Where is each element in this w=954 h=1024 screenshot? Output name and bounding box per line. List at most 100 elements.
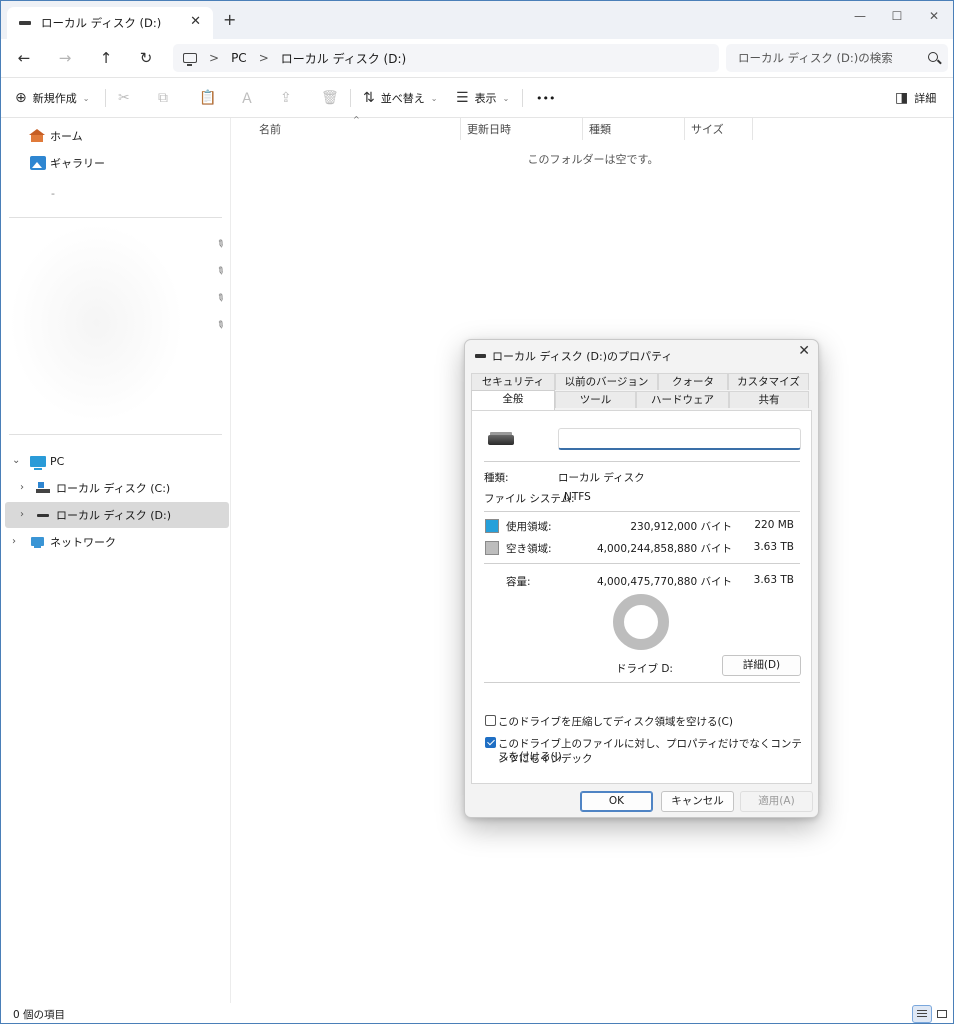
divider [484,563,800,564]
column-header-type[interactable]: 種類 [583,118,685,140]
empty-folder-message: このフォルダーは空です。 [527,153,659,166]
cut-button[interactable]: ✂ [118,88,136,108]
sidebar-item-network[interactable]: ネットワーク [30,529,116,555]
breadcrumb-pc[interactable]: PC [231,51,247,65]
hard-drive-icon [488,432,514,445]
chevron-right-icon[interactable]: › [20,482,24,493]
details-pane-button[interactable]: ◨ 詳細 [895,88,936,108]
rename-button[interactable]: Ａ [240,88,260,108]
sidebar-divider [9,434,222,435]
tab-customize[interactable]: カスタマイズ [728,373,809,390]
free-space-bytes: 4,000,244,858,880 バイト [596,543,732,555]
sidebar-item-c-drive[interactable]: ローカル ディスク (C:) [36,475,170,501]
capacity-size: 3.63 TB [753,574,794,586]
sidebar-item-label: PC [50,454,65,468]
chevron-right-icon[interactable]: › [12,536,16,547]
pin-icon[interactable]: ✎ [214,319,227,333]
toolbar-divider [522,89,523,107]
column-header-modified[interactable]: 更新日時 [461,118,583,140]
sort-label: 並べ替え [380,92,425,105]
copy-icon: ⧉ [158,90,168,106]
breadcrumb-d-drive[interactable]: ローカル ディスク (D:) [281,50,406,67]
index-contents-label-line2[interactable]: スを付ける(I) [498,749,562,764]
forward-button[interactable]: → [53,47,77,69]
compress-drive-checkbox[interactable] [485,715,496,726]
share-button[interactable]: ⇪ [280,88,298,108]
tiles-view-icon [937,1010,947,1018]
new-button[interactable]: ⊕ 新規作成 ⌄ [15,88,89,108]
apply-button[interactable]: 適用(A) [740,791,813,812]
disk-details-button[interactable]: 詳細(D) [722,655,801,676]
sidebar-item-gallery[interactable]: ギャラリー [30,150,105,176]
up-button[interactable]: ↑ [94,47,118,69]
pin-icon[interactable]: ✎ [214,238,227,252]
tab-hardware[interactable]: ハードウェア [636,391,729,408]
filesystem-value: NTFS [564,491,591,503]
paste-icon: 📋 [199,90,217,106]
view-label: 表示 [474,92,497,105]
used-space-bytes: 230,912,000 バイト [630,521,732,533]
navigation-pane: ホーム ギャラリー - ✎ ✎ ✎ ✎ ⌄ PC › ローカル ディスク (C:… [1,118,231,1003]
tab-sharing[interactable]: 共有 [729,391,809,408]
search-placeholder: ローカル ディスク (D:)の検索 [738,51,893,65]
compress-drive-label[interactable]: このドライブを圧縮してディスク領域を空ける(C) [498,714,733,729]
cancel-button[interactable]: キャンセル [661,791,734,812]
volume-label-input[interactable] [558,428,801,450]
tab-d-drive[interactable]: ローカル ディスク (D:) ✕ [7,7,213,39]
network-icon [30,535,46,549]
pin-icon[interactable]: ✎ [214,292,227,306]
dialog-close-icon[interactable]: ✕ [798,343,810,359]
column-header-name[interactable]: 名前 [253,118,461,140]
capacity-bytes: 4,000,475,770,880 バイト [596,576,732,588]
chevron-down-icon[interactable]: ⌄ [12,455,20,466]
search-input[interactable]: ローカル ディスク (D:)の検索 [726,44,948,72]
address-bar[interactable]: > PC > ローカル ディスク (D:) [173,44,719,72]
column-header-size[interactable]: サイズ [685,118,753,140]
more-options-button[interactable]: ••• [536,88,555,108]
details-view-icon [917,1009,927,1019]
tab-close-icon[interactable]: ✕ [190,14,201,29]
sidebar-item-label: ネットワーク [50,536,116,549]
tab-quota[interactable]: クォータ [658,373,728,390]
new-tab-button[interactable]: + [223,12,236,28]
delete-icon: 🗑 [321,90,339,106]
sidebar-item-label: ローカル ディスク (D:) [56,509,171,522]
new-label: 新規作成 [32,92,77,105]
details-label: 詳細 [914,92,937,105]
close-window-button[interactable]: ✕ [916,5,952,27]
tab-security[interactable]: セキュリティ [471,373,555,390]
sort-button[interactable]: ⇅ 並べ替え ⌄ [363,88,437,108]
sidebar-item-d-drive[interactable]: ローカル ディスク (D:) [36,502,171,528]
refresh-button[interactable]: ↻ [134,47,158,69]
used-space-swatch [485,519,499,533]
blurred-quick-access [9,223,184,423]
cut-icon: ✂ [118,90,130,106]
copy-button[interactable]: ⧉ [158,88,174,108]
plus-circle-icon: ⊕ [15,90,27,106]
tab-general[interactable]: 全般 [471,390,555,410]
tiles-view-button[interactable] [932,1005,952,1023]
tab-previous-versions[interactable]: 以前のバージョン [555,373,658,390]
breadcrumb-separator: > [258,51,269,65]
command-bar: ⊕ 新規作成 ⌄ ✂ ⧉ 📋 Ａ ⇪ 🗑 ⇅ 並べ替え ⌄ ☰ 表示 ⌄ •••… [1,77,953,118]
minimize-button[interactable]: — [842,5,878,27]
sidebar-item-blurred[interactable]: - [51,180,55,206]
back-button[interactable]: ← [12,47,36,69]
view-lines-icon: ☰ [456,90,469,106]
drive-letter-label: ドライブ D: [616,663,673,675]
tab-tools[interactable]: ツール [555,391,636,408]
chevron-right-icon[interactable]: › [20,509,24,520]
pin-icon[interactable]: ✎ [214,265,227,279]
toolbar-divider [105,89,106,107]
delete-button[interactable]: 🗑 [321,88,345,108]
sidebar-item-pc[interactable]: PC [30,448,64,474]
paste-button[interactable]: 📋 [199,88,222,108]
maximize-button[interactable]: ☐ [879,5,915,27]
view-button[interactable]: ☰ 表示 ⌄ [456,88,509,108]
sidebar-item-home[interactable]: ホーム [29,123,83,149]
tab-title: ローカル ディスク (D:) [41,16,162,30]
index-contents-checkbox[interactable] [485,737,496,748]
ok-button[interactable]: OK [580,791,653,812]
used-space-label: 使用領域: [506,521,552,533]
details-view-button[interactable] [912,1005,932,1023]
